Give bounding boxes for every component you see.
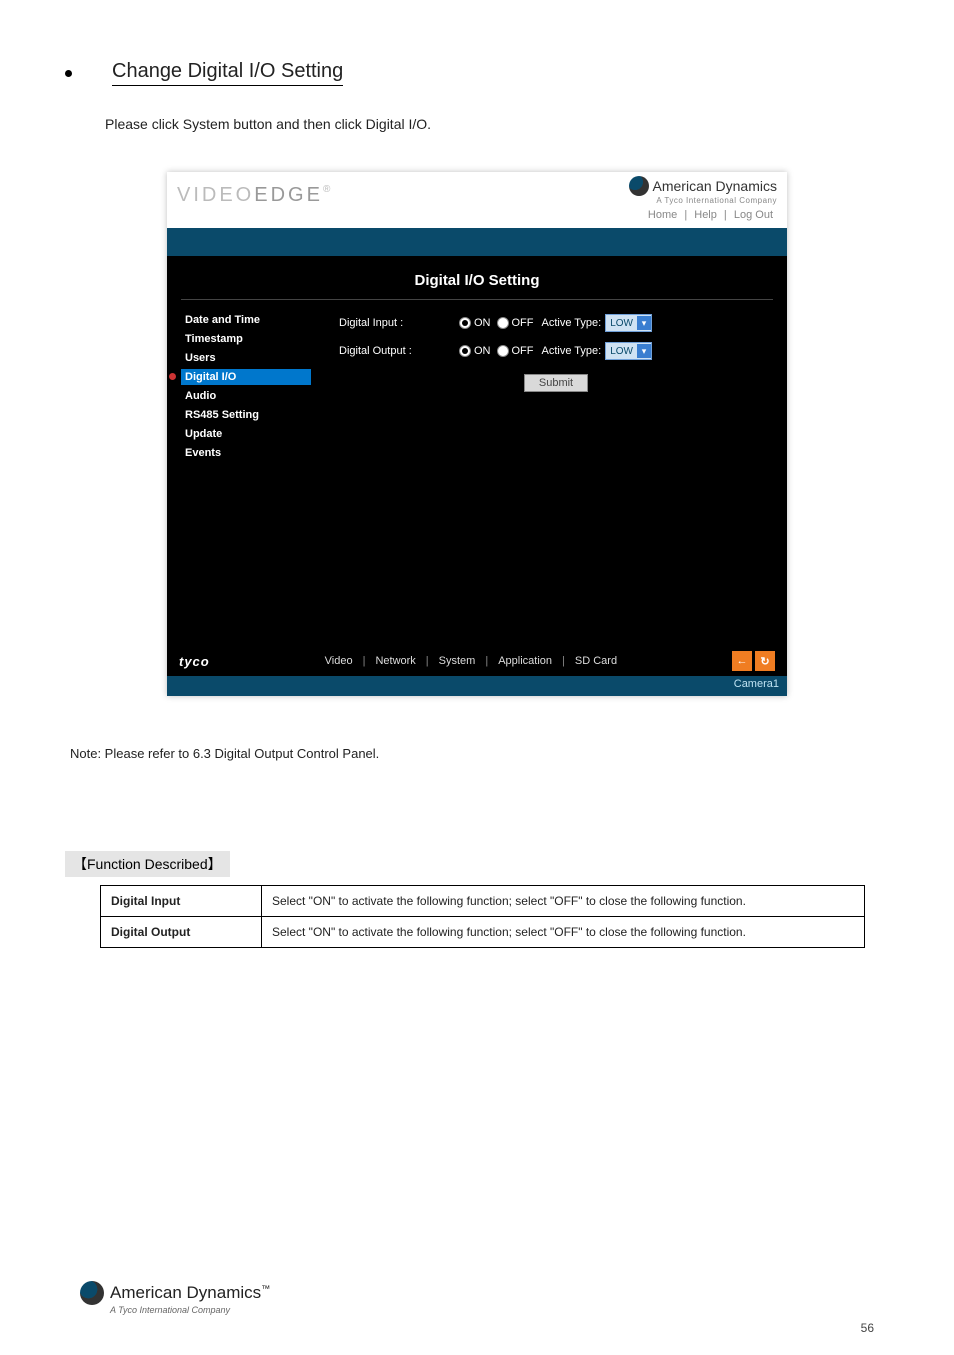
settings-pane: Digital Input : ON OFF Active Type: LOW … xyxy=(339,312,773,464)
radio-digital-input-off[interactable]: OFF xyxy=(497,317,534,329)
footer-brand: American Dynamics™ A Tyco International … xyxy=(80,1281,270,1315)
back-button[interactable]: ← xyxy=(732,651,752,671)
videoedge-logo: VIDEOEDGE® xyxy=(177,184,330,207)
table-row: Digital Output Select "ON" to activate t… xyxy=(101,917,865,948)
header-links: Home | Help | Log Out xyxy=(629,209,777,221)
cell-desc: Select "ON" to activate the following fu… xyxy=(262,917,865,948)
bullet-icon xyxy=(65,70,72,77)
instruction-text: Please click System button and then clic… xyxy=(105,116,889,132)
function-described-heading: 【Function Described】 xyxy=(65,851,230,877)
tab-system[interactable]: System xyxy=(439,655,476,667)
panel-title: Digital I/O Setting xyxy=(181,266,773,300)
tab-sdcard[interactable]: SD Card xyxy=(575,655,617,667)
radio-dot-icon xyxy=(459,317,471,329)
note-text: Note: Please refer to 6.3 Digital Output… xyxy=(70,746,889,761)
app-window: VIDEOEDGE® American Dynamics A Tyco Inte… xyxy=(167,172,787,696)
sidebar-item-rs485[interactable]: RS485 Setting xyxy=(181,407,311,423)
tyco-logo: tyco xyxy=(179,654,210,669)
app-header: VIDEOEDGE® American Dynamics A Tyco Inte… xyxy=(167,172,787,228)
cell-desc: Select "ON" to activate the following fu… xyxy=(262,886,865,917)
sidebar-item-users[interactable]: Users xyxy=(181,350,311,366)
top-blue-bar xyxy=(167,228,787,256)
active-type-label: Active Type: xyxy=(542,345,602,357)
sidebar-item-date-time[interactable]: Date and Time xyxy=(181,312,311,328)
sidebar: Date and Time Timestamp Users Digital I/… xyxy=(181,312,311,464)
brand-swirl-icon xyxy=(629,176,649,196)
radio-digital-output-on[interactable]: ON xyxy=(459,345,491,357)
chevron-down-icon: ▾ xyxy=(637,344,651,358)
tab-application[interactable]: Application xyxy=(498,655,552,667)
brand-block: American Dynamics A Tyco International C… xyxy=(629,176,777,221)
brand-swirl-icon xyxy=(80,1281,104,1305)
footer-brand-sub: A Tyco International Company xyxy=(110,1305,230,1315)
footer-brand-name: American Dynamics™ xyxy=(110,1283,270,1303)
main-panel: Digital I/O Setting Date and Time Timest… xyxy=(167,256,787,646)
logo-text-b: EDGE xyxy=(254,184,323,206)
brand-subtitle: A Tyco International Company xyxy=(629,196,777,205)
registered-mark: ® xyxy=(323,184,330,195)
link-home[interactable]: Home xyxy=(648,209,677,221)
function-table: Digital Input Select "ON" to activate th… xyxy=(100,885,865,948)
status-bar: Camera1 xyxy=(167,676,787,696)
submit-button[interactable]: Submit xyxy=(524,374,588,392)
sidebar-item-update[interactable]: Update xyxy=(181,426,311,442)
bottom-tabs: Video| Network| System| Application| SD … xyxy=(325,655,617,667)
sidebar-item-events[interactable]: Events xyxy=(181,445,311,461)
section-title: Change Digital I/O Setting xyxy=(112,60,343,86)
radio-dot-icon xyxy=(459,345,471,357)
active-type-label: Active Type: xyxy=(542,317,602,329)
page-number: 56 xyxy=(861,1321,874,1335)
radio-dot-icon xyxy=(497,345,509,357)
sidebar-item-audio[interactable]: Audio xyxy=(181,388,311,404)
row-digital-input: Digital Input : ON OFF Active Type: LOW … xyxy=(339,314,773,332)
select-digital-input-active-type[interactable]: LOW ▾ xyxy=(605,314,652,332)
tab-video[interactable]: Video xyxy=(325,655,353,667)
chevron-down-icon: ▾ xyxy=(637,316,651,330)
logo-text-a: VIDEO xyxy=(177,184,254,206)
section-heading-row: Change Digital I/O Setting xyxy=(65,60,889,86)
label-digital-output: Digital Output : xyxy=(339,345,459,357)
link-logout[interactable]: Log Out xyxy=(734,209,773,221)
camera-label: Camera1 xyxy=(734,678,779,690)
sidebar-item-digital-io[interactable]: Digital I/O xyxy=(181,369,311,385)
brand-name: American Dynamics xyxy=(653,178,777,194)
sidebar-item-timestamp[interactable]: Timestamp xyxy=(181,331,311,347)
bottom-bar: tyco Video| Network| System| Application… xyxy=(167,646,787,676)
cell-label: Digital Input xyxy=(101,886,262,917)
radio-digital-input-on[interactable]: ON xyxy=(459,317,491,329)
cell-label: Digital Output xyxy=(101,917,262,948)
row-digital-output: Digital Output : ON OFF Active Type: LOW… xyxy=(339,342,773,360)
select-digital-output-active-type[interactable]: LOW ▾ xyxy=(605,342,652,360)
link-help[interactable]: Help xyxy=(694,209,717,221)
refresh-button[interactable]: ↻ xyxy=(755,651,775,671)
label-digital-input: Digital Input : xyxy=(339,317,459,329)
tab-network[interactable]: Network xyxy=(375,655,415,667)
radio-digital-output-off[interactable]: OFF xyxy=(497,345,534,357)
radio-dot-icon xyxy=(497,317,509,329)
table-row: Digital Input Select "ON" to activate th… xyxy=(101,886,865,917)
